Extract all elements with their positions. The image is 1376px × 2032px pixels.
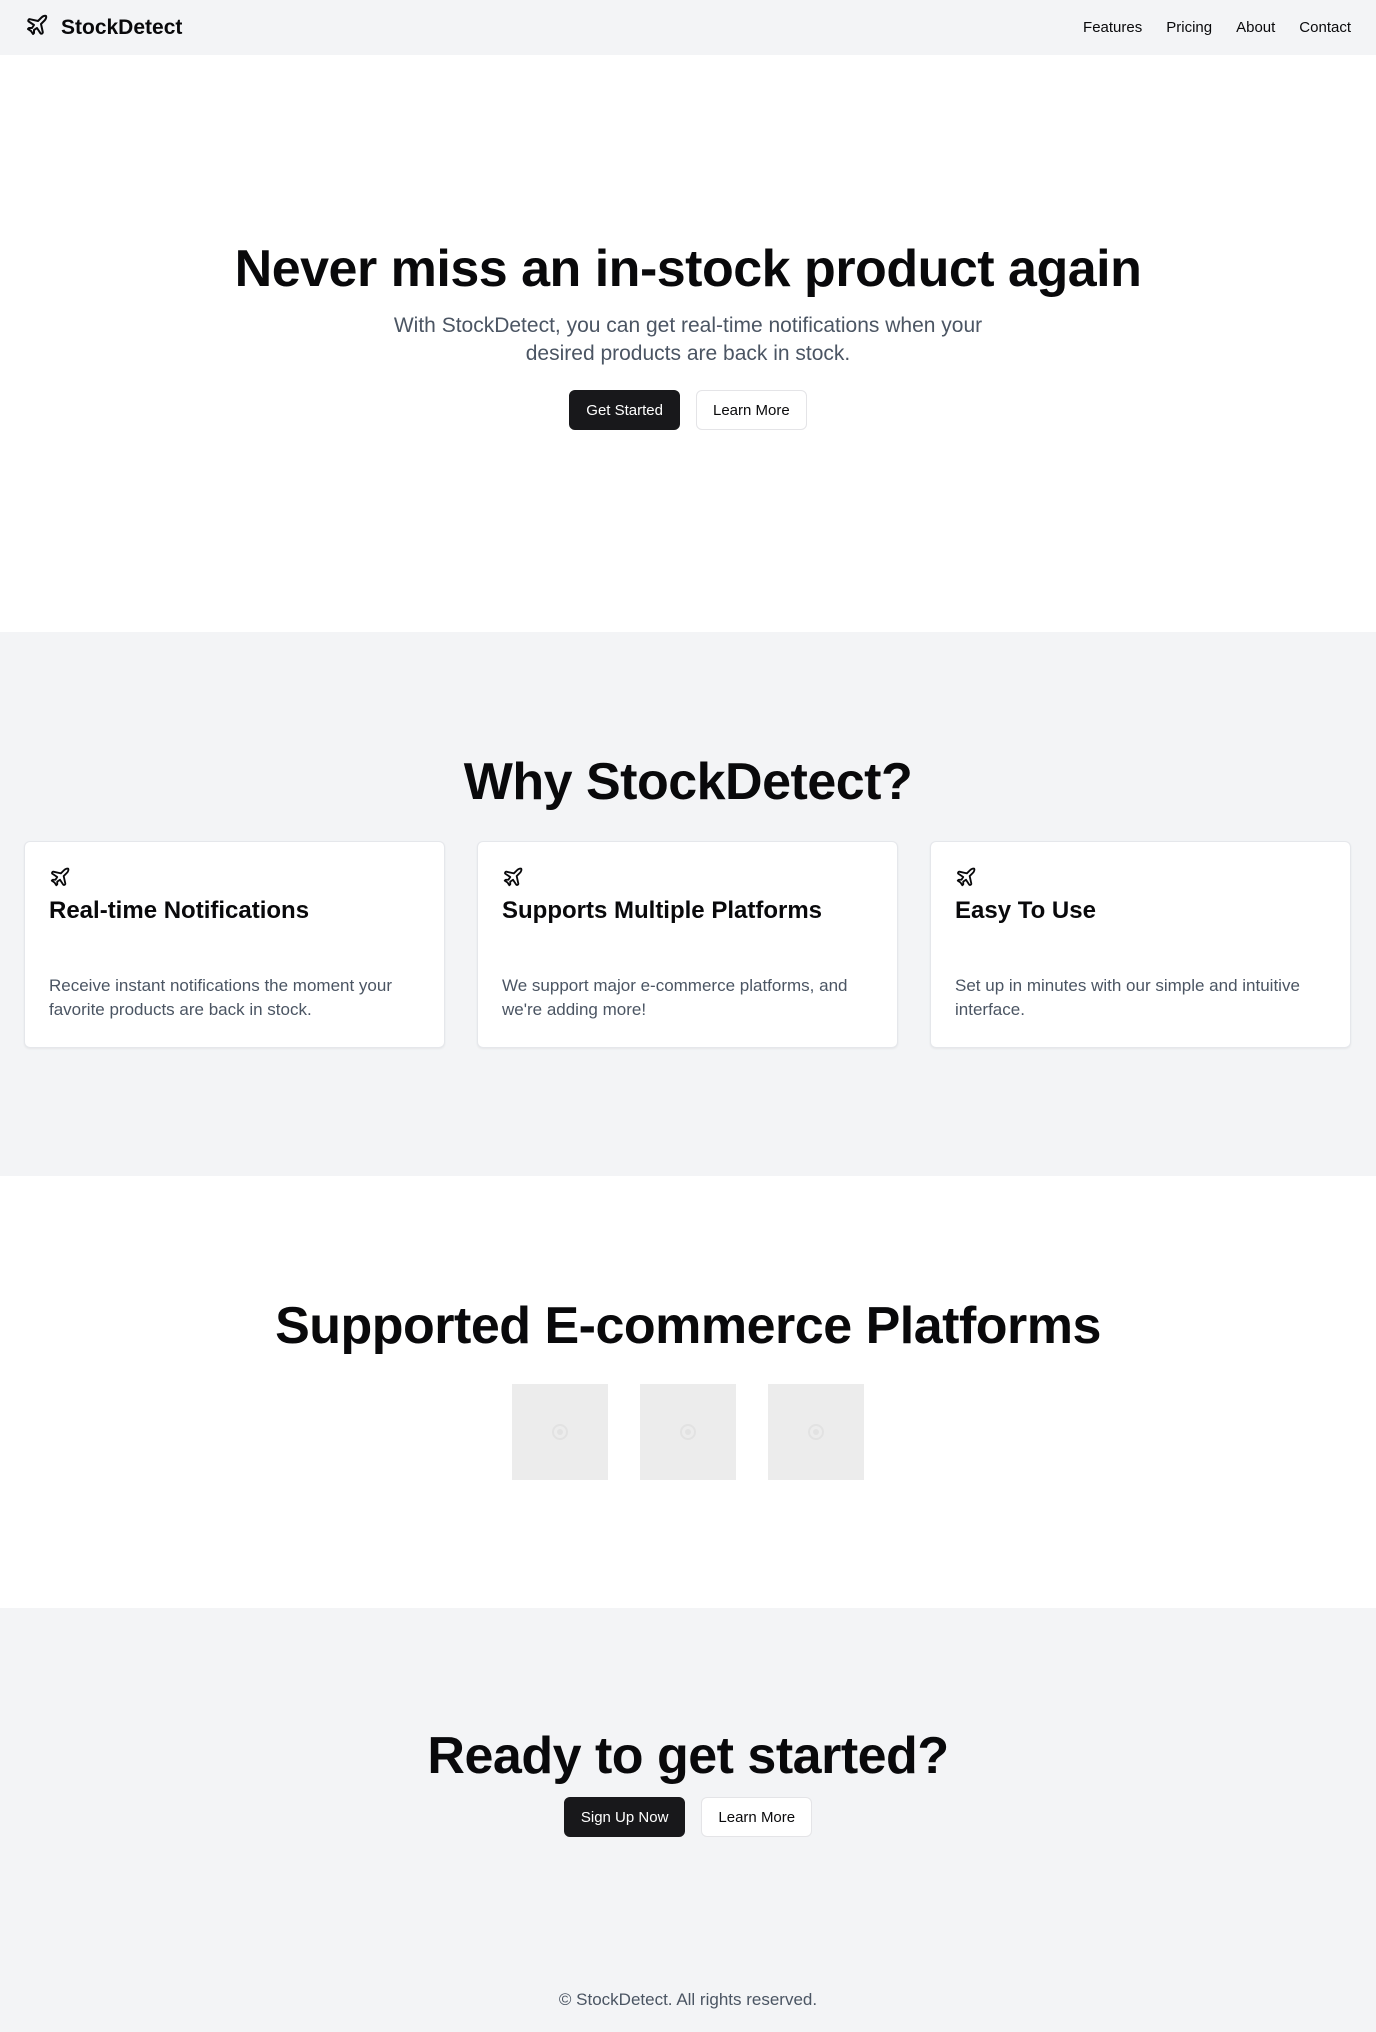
nav-link-about[interactable]: About [1236,19,1275,36]
platform-logo [512,1384,608,1480]
feature-card-title: Easy To Use [955,897,1096,924]
learn-more-button[interactable]: Learn More [696,390,807,431]
hero-subtitle: With StockDetect, you can get real-time … [393,314,983,366]
nav-link-features[interactable]: Features [1083,19,1142,36]
plane-icon [502,866,873,888]
brand-name: StockDetect [61,15,183,39]
feature-card-easy: Easy To Use Set up in minutes with our s… [930,841,1351,1048]
feature-card-title: Supports Multiple Platforms [502,897,823,924]
nav-link-contact[interactable]: Contact [1299,19,1351,36]
hero-section: Never miss an in-stock product again Wit… [0,55,1376,632]
platform-logo [768,1384,864,1480]
placeholder-image-icon [808,1424,824,1440]
hero-buttons: Get Started Learn More [569,390,807,431]
feature-card-realtime: Real-time Notifications Receive instant … [24,841,445,1048]
plane-icon [49,866,420,888]
placeholder-image-icon [680,1424,696,1440]
platform-logos [512,1384,864,1480]
sign-up-button[interactable]: Sign Up Now [563,1797,686,1838]
placeholder-image-icon [552,1424,568,1440]
cta-buttons: Sign Up Now Learn More [563,1797,813,1838]
feature-cards: Real-time Notifications Receive instant … [24,841,1351,1048]
hero-title: Never miss an in-stock product again [234,240,1142,298]
cta-section: Ready to get started? Sign Up Now Learn … [0,1608,1376,2032]
site-header: StockDetect Features Pricing About Conta… [0,0,1376,55]
main-nav: Features Pricing About Contact [1083,19,1351,36]
feature-card-text: Set up in minutes with our simple and in… [955,976,1300,1019]
feature-card-text: Receive instant notifications the moment… [49,976,393,1019]
get-started-button[interactable]: Get Started [569,390,680,431]
plane-icon [25,13,49,42]
footer-copyright: © StockDetect. All rights reserved. [558,1990,818,2009]
features-section: Why StockDetect? Real-time Notifications… [0,632,1376,1176]
plane-icon [955,866,1326,888]
brand[interactable]: StockDetect [25,13,182,42]
feature-card-text: We support major e-commerce platforms, a… [502,976,848,1019]
learn-more-button[interactable]: Learn More [701,1797,813,1838]
platforms-section: Supported E-commerce Platforms [0,1176,1376,1608]
nav-link-pricing[interactable]: Pricing [1166,19,1212,36]
platform-logo [640,1384,736,1480]
cta-title: Ready to get started? [427,1727,949,1785]
feature-card-platforms: Supports Multiple Platforms We support m… [477,841,898,1048]
platforms-title: Supported E-commerce Platforms [275,1297,1101,1355]
features-title: Why StockDetect? [463,753,913,811]
feature-card-title: Real-time Notifications [49,897,310,924]
